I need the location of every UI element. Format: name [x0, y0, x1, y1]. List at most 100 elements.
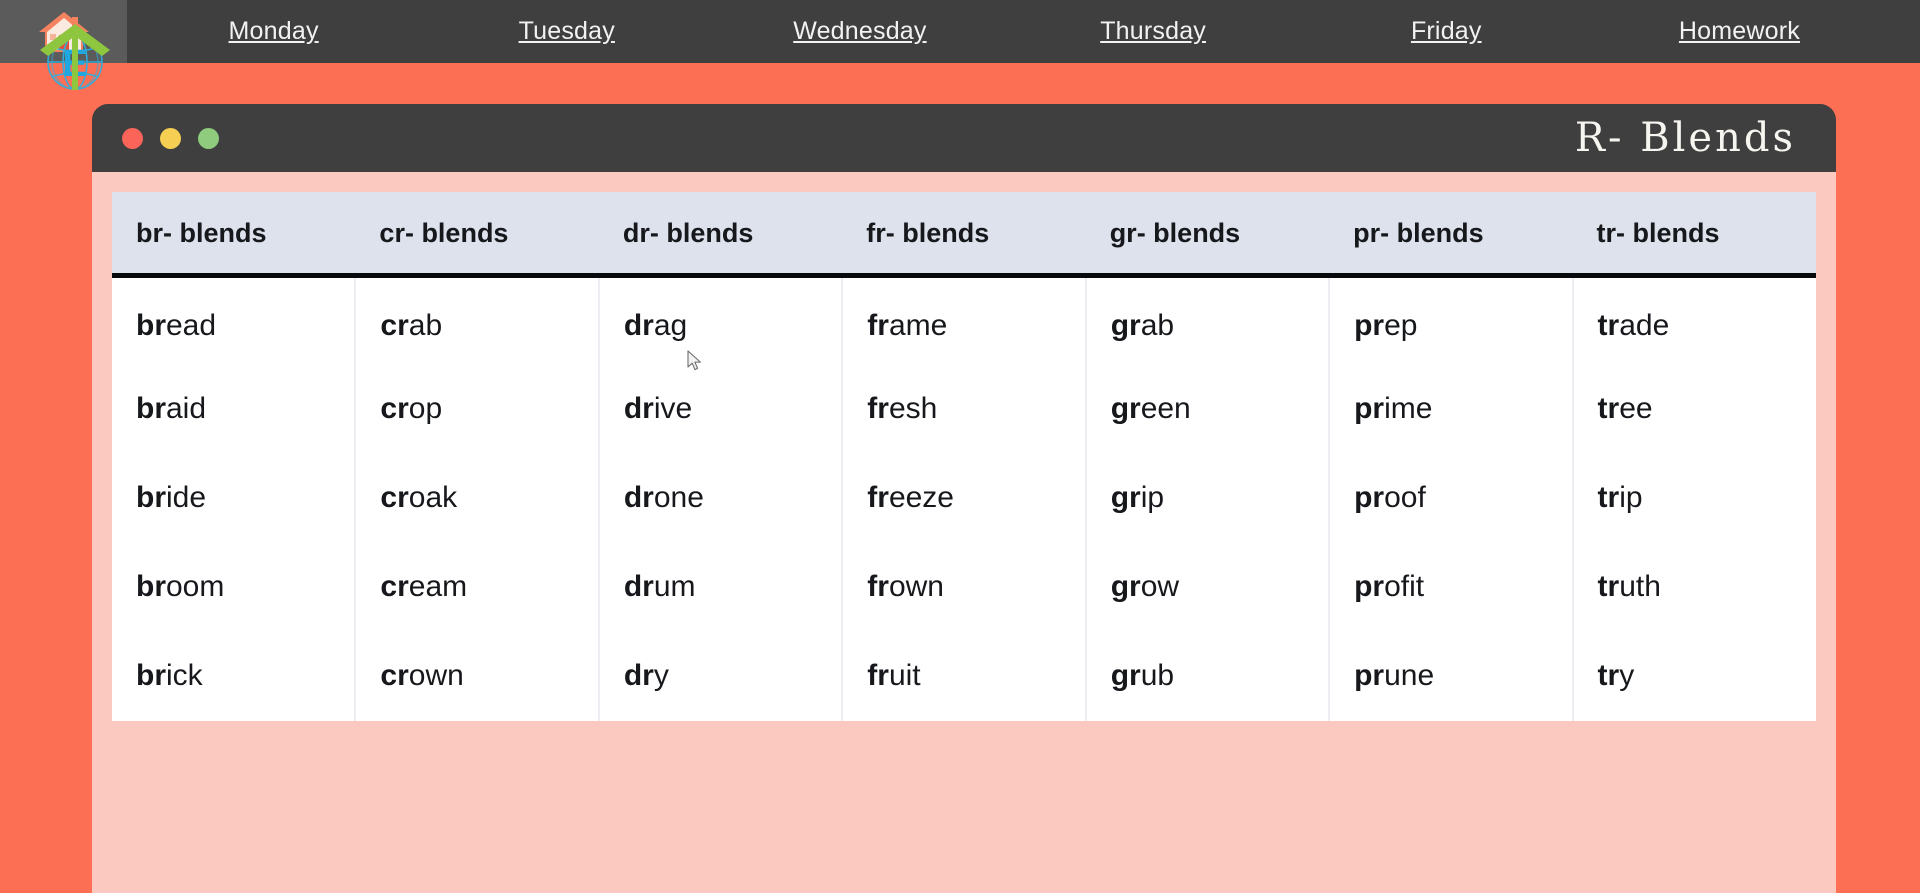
word-remainder: ide [166, 481, 207, 514]
nav-link-monday[interactable]: Monday [127, 17, 420, 46]
blend-prefix: fr [867, 392, 889, 425]
word-cell-gr: green [1085, 364, 1331, 454]
blend-prefix: dr [623, 392, 654, 425]
blend-prefix: gr [1110, 570, 1141, 603]
window-title-bar: R- Blends [92, 104, 1836, 172]
window-title: R- Blends [1574, 115, 1796, 161]
table-row: braid crop drive fresh green prime tree [112, 364, 1816, 454]
blend-prefix: tr [1597, 570, 1620, 603]
word-cell-cr: croak [355, 453, 600, 543]
word-remainder: uit [888, 659, 921, 692]
nav-link-homework[interactable]: Homework [1593, 17, 1920, 46]
word-cell-dr: drag [598, 275, 844, 365]
word-cell-tr: trade [1572, 275, 1816, 365]
blend-prefix: gr [1110, 481, 1141, 514]
blend-prefix: dr [623, 309, 654, 343]
word-cell-pr: prep [1329, 275, 1574, 365]
word-remainder: y [653, 659, 669, 692]
minimize-button[interactable] [160, 127, 181, 149]
word-cell-cr: cream [355, 542, 600, 632]
blend-prefix: dr [623, 659, 654, 692]
blend-prefix: br [136, 570, 166, 603]
word-cell-fr: fruit [842, 631, 1087, 721]
word-cell-dr: drive [598, 364, 844, 454]
blends-window: R- Blends br- blends cr- blends dr- blen… [92, 104, 1836, 893]
r-blends-table: br- blends cr- blends dr- blends fr- ble… [112, 192, 1816, 721]
word-remainder: y [1619, 659, 1635, 692]
maximize-button[interactable] [198, 127, 219, 149]
house-icon [36, 8, 92, 56]
blend-prefix: gr [1110, 309, 1141, 343]
word-remainder: ep [1384, 309, 1418, 343]
blend-prefix: fr [867, 659, 889, 692]
word-cell-gr: grip [1085, 453, 1331, 543]
word-cell-br: bread [112, 275, 357, 365]
word-remainder: um [653, 570, 696, 603]
word-remainder: ab [408, 309, 443, 343]
home-tab[interactable] [0, 0, 127, 63]
word-remainder: ime [1384, 392, 1433, 425]
word-remainder: ip [1140, 481, 1165, 514]
blend-prefix: cr [380, 659, 409, 692]
blend-prefix: pr [1354, 392, 1385, 425]
word-remainder: ive [653, 392, 693, 425]
blend-prefix: gr [1110, 659, 1141, 692]
blend-prefix: tr [1597, 392, 1620, 425]
word-cell-cr: crab [355, 275, 600, 365]
word-remainder: ip [1619, 481, 1643, 514]
blend-prefix: br [136, 659, 166, 692]
word-remainder: oak [408, 481, 458, 514]
column-header-pr: pr- blends [1329, 192, 1573, 278]
blend-prefix: tr [1597, 481, 1620, 514]
nav-link-thursday[interactable]: Thursday [1007, 17, 1300, 46]
column-header-dr: dr- blends [598, 192, 843, 278]
top-navigation-bar: Monday Tuesday Wednesday Thursday Friday… [0, 0, 1920, 63]
word-remainder: ub [1140, 659, 1175, 692]
word-cell-gr: grow [1085, 542, 1331, 632]
table-row: bread crab drag frame grab prep trade [112, 275, 1816, 365]
blend-prefix: fr [867, 309, 889, 343]
column-header-fr: fr- blends [842, 192, 1086, 278]
word-cell-cr: crown [355, 631, 600, 721]
blend-prefix: pr [1354, 570, 1385, 603]
blend-prefix: pr [1354, 481, 1385, 514]
blend-prefix: cr [380, 392, 409, 425]
word-cell-gr: grab [1085, 275, 1331, 365]
word-remainder: one [653, 481, 704, 514]
table-card: br- blends cr- blends dr- blends fr- ble… [92, 172, 1836, 893]
blend-prefix: cr [380, 570, 409, 603]
word-remainder: esh [888, 392, 938, 425]
word-cell-dr: drone [598, 453, 844, 543]
word-cell-pr: proof [1329, 453, 1574, 543]
word-remainder: aid [166, 392, 207, 425]
blend-prefix: dr [623, 481, 654, 514]
column-header-tr: tr- blends [1572, 192, 1816, 278]
word-remainder: une [1384, 659, 1435, 692]
column-header-gr: gr- blends [1085, 192, 1330, 278]
blend-prefix: br [136, 392, 166, 425]
table-row: bride croak drone freeze grip proof trip [112, 453, 1816, 543]
word-remainder: own [408, 659, 464, 692]
blend-prefix: fr [867, 481, 889, 514]
nav-link-friday[interactable]: Friday [1300, 17, 1593, 46]
blend-prefix: br [136, 481, 166, 514]
word-cell-fr: freeze [842, 453, 1087, 543]
word-cell-dr: dry [598, 631, 844, 721]
word-cell-fr: frame [842, 275, 1087, 365]
word-cell-pr: prune [1329, 631, 1574, 721]
close-button[interactable] [122, 127, 143, 149]
blend-prefix: gr [1110, 392, 1141, 425]
word-remainder: ow [1140, 570, 1180, 603]
word-remainder: own [888, 570, 944, 603]
word-cell-cr: crop [355, 364, 600, 454]
word-remainder: uth [1619, 570, 1661, 603]
table-row: broom cream drum frown grow profit truth [112, 542, 1816, 632]
word-cell-gr: grub [1085, 631, 1331, 721]
table-row: brick crown dry fruit grub prune try [112, 631, 1816, 721]
nav-link-tuesday[interactable]: Tuesday [420, 17, 713, 46]
word-cell-tr: trip [1572, 453, 1816, 543]
nav-link-wednesday[interactable]: Wednesday [713, 17, 1006, 46]
word-remainder: ead [166, 309, 217, 343]
word-remainder: ofit [1384, 570, 1425, 603]
column-header-cr: cr- blends [355, 192, 599, 278]
